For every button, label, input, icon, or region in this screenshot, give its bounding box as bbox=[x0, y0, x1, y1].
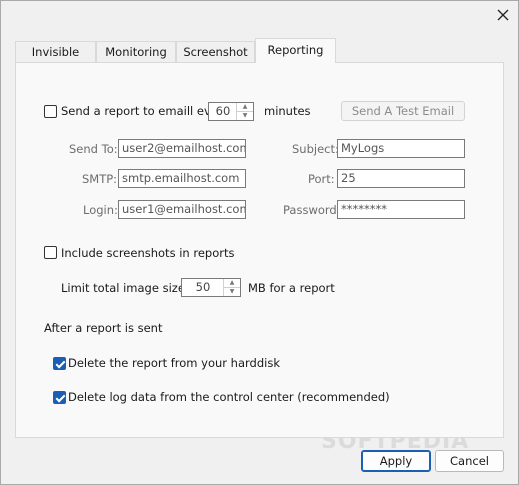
minutes-label: minutes bbox=[264, 104, 311, 118]
tab-monitoring[interactable]: Monitoring bbox=[96, 41, 176, 62]
subject-input[interactable]: MyLogs bbox=[337, 139, 465, 158]
reporting-panel: Send a report to emaill every 60 ▲ ▼ min… bbox=[15, 62, 504, 438]
delete-log-checkbox[interactable] bbox=[53, 391, 66, 404]
image-size-spinner[interactable]: 50 ▲ ▼ bbox=[181, 278, 241, 297]
include-screenshots-checkbox[interactable] bbox=[44, 246, 57, 259]
tab-screenshot[interactable]: Screenshot bbox=[176, 41, 255, 62]
cancel-button[interactable]: Cancel bbox=[435, 450, 504, 472]
port-label: Port: bbox=[308, 172, 335, 186]
login-label: Login: bbox=[83, 203, 118, 217]
delete-report-checkbox[interactable] bbox=[53, 357, 66, 370]
spinner-up-icon[interactable]: ▲ bbox=[224, 279, 240, 288]
password-label: Password: bbox=[283, 203, 341, 217]
send-report-label: Send a report to emaill every bbox=[61, 104, 230, 118]
dialog-window: Invisible Mode Monitoring Screenshot Rep… bbox=[0, 0, 519, 485]
spinner-up-icon[interactable]: ▲ bbox=[237, 103, 253, 112]
subject-label: Subject: bbox=[292, 142, 339, 156]
delete-report-label: Delete the report from your harddisk bbox=[68, 356, 280, 370]
report-interval-value: 60 bbox=[215, 104, 231, 118]
tab-reporting[interactable]: Reporting bbox=[255, 38, 336, 63]
send-to-label: Send To: bbox=[69, 142, 118, 156]
send-test-email-button[interactable]: Send A Test Email bbox=[341, 101, 465, 121]
mb-label: MB for a report bbox=[248, 281, 335, 295]
after-report-heading: After a report is sent bbox=[44, 321, 163, 335]
include-screenshots-label: Include screenshots in reports bbox=[61, 246, 235, 260]
limit-size-label: Limit total image size to bbox=[61, 281, 201, 295]
smtp-input[interactable]: smtp.emailhost.com bbox=[118, 169, 246, 188]
send-report-checkbox[interactable] bbox=[44, 105, 57, 118]
spinner-down-icon[interactable]: ▼ bbox=[224, 288, 240, 296]
report-interval-spinner[interactable]: 60 ▲ ▼ bbox=[208, 102, 254, 121]
spinner-down-icon[interactable]: ▼ bbox=[237, 112, 253, 120]
smtp-label: SMTP: bbox=[82, 172, 118, 186]
delete-log-label: Delete log data from the control center … bbox=[68, 390, 390, 404]
port-input[interactable]: 25 bbox=[337, 169, 465, 188]
tab-invisible-mode[interactable]: Invisible Mode bbox=[15, 41, 96, 79]
login-input[interactable]: user1@emailhost.com bbox=[118, 200, 246, 219]
password-input[interactable]: ******** bbox=[337, 200, 465, 219]
apply-button[interactable]: Apply bbox=[361, 450, 431, 472]
close-icon[interactable] bbox=[495, 7, 511, 23]
send-to-input[interactable]: user2@emailhost.com bbox=[118, 139, 246, 158]
image-size-value: 50 bbox=[195, 280, 211, 294]
